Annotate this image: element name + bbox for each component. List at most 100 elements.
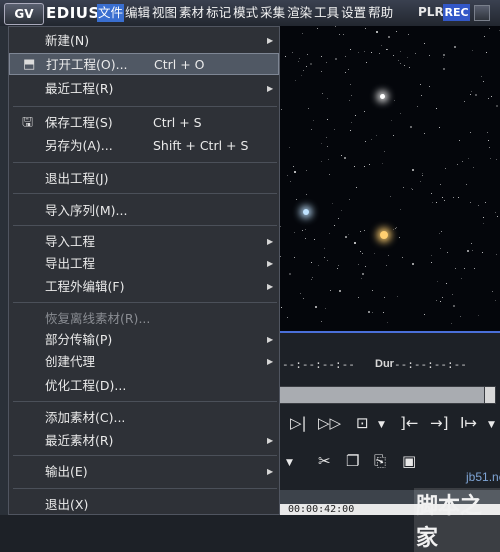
star xyxy=(360,231,361,232)
menu-item-create-proxy[interactable]: 创建代理 ▶ xyxy=(9,351,279,373)
plr-badge[interactable]: PLR xyxy=(418,5,444,19)
slider-end-handle[interactable] xyxy=(484,386,496,404)
chevron-down-icon[interactable]: ▼ xyxy=(286,458,293,468)
star xyxy=(327,98,328,99)
delete-icon[interactable]: ▣ xyxy=(402,452,416,470)
star xyxy=(303,298,304,299)
menu-view[interactable]: 视图 xyxy=(151,4,178,22)
menu-item-import-sequence[interactable]: 导入序列(M)... xyxy=(9,200,279,222)
menu-separator xyxy=(13,401,277,402)
star xyxy=(365,141,366,142)
star xyxy=(358,297,359,298)
trim-icon[interactable]: I↦ xyxy=(460,414,477,432)
star xyxy=(464,268,465,269)
star xyxy=(398,60,399,61)
star xyxy=(368,311,370,313)
star xyxy=(321,71,322,72)
star xyxy=(484,36,485,37)
star xyxy=(447,252,448,253)
menu-item-label: 退出(X) xyxy=(45,497,89,512)
menu-item-add-clip[interactable]: 添加素材(C)... xyxy=(9,407,279,429)
star xyxy=(295,80,296,81)
menu-mode[interactable]: 模式 xyxy=(232,4,259,22)
star xyxy=(399,237,400,238)
menu-item-close-project[interactable]: 退出工程(J) xyxy=(9,168,279,190)
menu-item-new[interactable]: 新建(N) ▶ xyxy=(9,30,279,52)
set-out-icon[interactable]: →] xyxy=(430,414,448,432)
menu-item-export-project[interactable]: 导出工程 ▶ xyxy=(9,253,279,275)
chevron-down-icon[interactable]: ▼ xyxy=(378,420,385,430)
star xyxy=(345,236,347,238)
star xyxy=(312,277,313,278)
loop-icon[interactable]: ⊡ xyxy=(356,414,369,432)
star xyxy=(457,164,458,165)
left-panel-edge xyxy=(0,26,8,515)
watermark: jb51.net 脚本之家 xyxy=(414,470,500,552)
submenu-arrow-icon: ▶ xyxy=(267,335,274,344)
menu-item-save-project[interactable]: 🖫 保存工程(S) Ctrl + S xyxy=(9,112,279,134)
star xyxy=(325,308,326,309)
star xyxy=(374,253,375,254)
submenu-arrow-icon: ▶ xyxy=(267,436,274,445)
star xyxy=(329,233,330,234)
copy-icon[interactable]: ❐ xyxy=(346,452,359,470)
menu-item-exit[interactable]: 退出(X) xyxy=(9,494,279,516)
star xyxy=(460,316,461,317)
star xyxy=(478,315,479,316)
star xyxy=(495,212,496,213)
minimize-button[interactable] xyxy=(474,5,490,21)
star xyxy=(305,238,306,239)
set-in-icon[interactable]: ]← xyxy=(400,414,418,432)
menu-render[interactable]: 渲染 xyxy=(286,4,313,22)
menu-help[interactable]: 帮助 xyxy=(367,4,394,22)
submenu-arrow-icon: ▶ xyxy=(267,84,274,93)
menu-item-export[interactable]: 输出(E) ▶ xyxy=(9,461,279,483)
star xyxy=(420,181,421,182)
fast-forward-icon[interactable]: ▷▷ xyxy=(318,414,341,432)
star xyxy=(335,58,337,60)
menu-item-import-project[interactable]: 导入工程 ▶ xyxy=(9,231,279,253)
menu-marker[interactable]: 标记 xyxy=(205,4,232,22)
menu-item-partial-transfer[interactable]: 部分传输(P) ▶ xyxy=(9,329,279,351)
star xyxy=(451,323,452,324)
chevron-down-icon[interactable]: ▼ xyxy=(488,420,495,430)
menu-capture[interactable]: 采集 xyxy=(259,4,286,22)
bright-star xyxy=(303,209,309,215)
star xyxy=(445,168,446,169)
menu-item-optimize-project[interactable]: 优化工程(D)... xyxy=(9,375,279,397)
star xyxy=(452,294,453,295)
paste-icon[interactable]: ⎘ xyxy=(374,452,386,470)
star xyxy=(364,230,365,231)
menu-edit[interactable]: 编辑 xyxy=(124,4,151,22)
menu-tools[interactable]: 工具 xyxy=(313,4,340,22)
star xyxy=(334,129,335,130)
cut-icon[interactable]: ✂ xyxy=(318,452,331,470)
menu-bar: 文件 编辑 视图 素材 标记 模式 采集 渲染 工具 设置 帮助 xyxy=(97,4,394,22)
star xyxy=(328,159,329,160)
star xyxy=(351,122,352,123)
menu-item-recent-projects[interactable]: 最近工程(R) ▶ xyxy=(9,78,279,100)
star xyxy=(481,76,482,77)
star xyxy=(432,202,433,203)
menu-item-label: 输出(E) xyxy=(45,464,88,479)
play-icon[interactable]: ▷| xyxy=(290,414,307,432)
star xyxy=(382,163,383,164)
menu-file[interactable]: 文件 xyxy=(97,4,125,22)
menu-settings[interactable]: 设置 xyxy=(340,4,367,22)
star xyxy=(358,52,359,53)
menu-clip[interactable]: 素材 xyxy=(178,4,205,22)
star xyxy=(474,268,475,269)
star xyxy=(422,175,423,176)
star xyxy=(296,199,297,200)
star xyxy=(424,314,425,315)
star xyxy=(440,184,441,185)
menu-item-external-edit[interactable]: 工程外编辑(F) ▶ xyxy=(9,276,279,298)
star xyxy=(303,70,304,71)
menu-item-save-as[interactable]: 另存为(A)... Shift + Ctrl + S xyxy=(9,135,279,157)
rec-badge[interactable]: REC xyxy=(443,4,470,21)
menu-item-recent-clips[interactable]: 最近素材(R) ▶ xyxy=(9,430,279,452)
star xyxy=(294,232,295,233)
star xyxy=(341,155,342,156)
menu-item-open-project[interactable]: ⬒ 打开工程(O)... Ctrl + O xyxy=(9,53,279,75)
position-slider[interactable] xyxy=(276,386,486,404)
